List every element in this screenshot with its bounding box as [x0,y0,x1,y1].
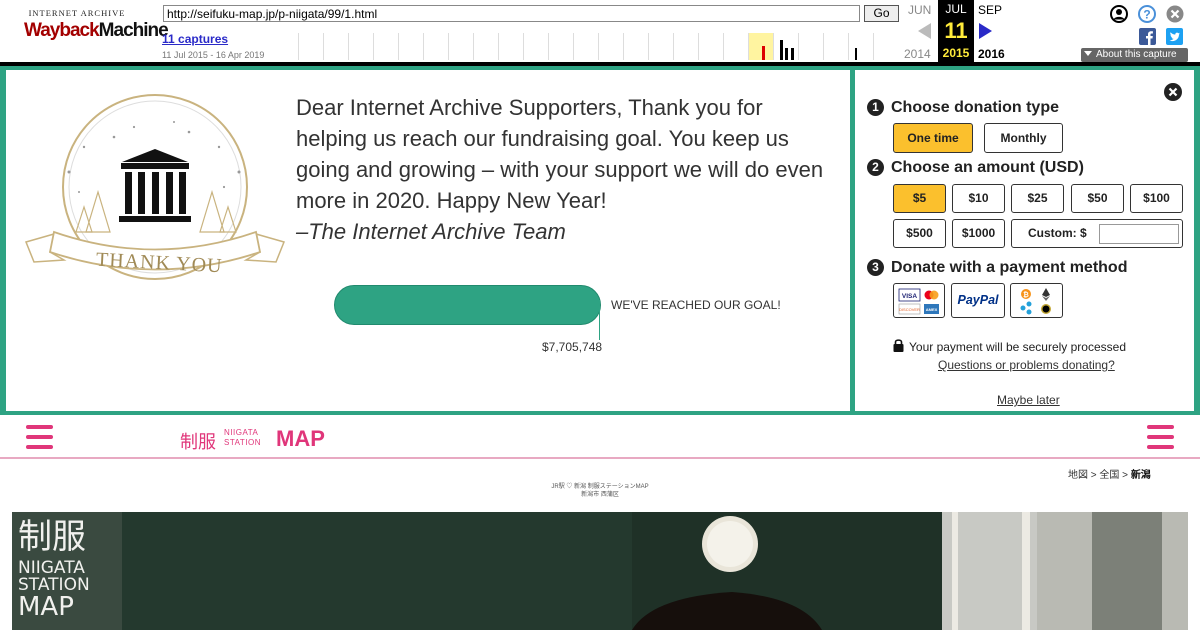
prev-month-label[interactable]: JUN [908,3,931,17]
capture-bar [780,40,783,60]
wayback-logo[interactable]: INTERNET ARCHIVE WaybackMachine [24,8,169,52]
breadcrumb-current: 新潟 [1130,470,1151,481]
capture-sparkline[interactable] [273,33,898,60]
wayback-logo-wordmark: WaybackMachine [24,20,169,41]
donation-banner: THANK YOU Dear Internet Archive Supporte… [0,66,1200,415]
go-button[interactable]: Go [864,5,899,22]
monthly-button[interactable]: Monthly [984,123,1063,153]
donation-message-panel: THANK YOU Dear Internet Archive Supporte… [6,70,850,411]
donation-form-panel: 1 Choose donation type One time Monthly 2… [855,70,1194,411]
custom-amount-input[interactable] [1099,224,1179,244]
left-menu-icon[interactable] [26,425,53,449]
message-signature: –The Internet Archive Team [296,219,566,244]
message-body: Dear Internet Archive Supporters, Thank … [296,95,824,213]
secure-payment-text: Your payment will be securely processed [909,340,1127,354]
wayback-logo-top: INTERNET ARCHIVE [28,8,126,18]
credit-cards-icon: VISA DISCOVER AMEX [898,288,939,315]
breadcrumb: 地図 > 全国 > 新潟 [1068,470,1151,481]
amount-button[interactable]: $100 [1130,184,1183,213]
amount-button[interactable]: $10 [952,184,1005,213]
amount-button[interactable]: $25 [1011,184,1064,213]
prev-capture-arrow-icon[interactable] [918,23,931,39]
hero-logo-overlay: 制服 NIIGATA STATION MAP [18,517,90,622]
svg-text:₿: ₿ [1023,291,1029,299]
amount-button[interactable]: $5 [893,184,946,213]
goal-progress-bar [334,285,601,325]
questions-link[interactable]: Questions or problems donating? [938,358,1115,372]
capture-bar [855,48,857,60]
custom-amount-label: Custom: $ [1028,226,1087,240]
paypal-label: PayPal [957,293,999,307]
step-donation-type: 1 Choose donation type [867,99,1059,117]
hero-photo [12,512,1188,630]
site-logo-kanji: 制服 [180,432,216,453]
goal-amount: $7,705,748 [542,340,603,354]
site-logo-map: MAP [276,426,325,451]
step-amount: 2 Choose an amount (USD) [867,159,1084,177]
facebook-icon[interactable] [1139,28,1157,46]
amount-button[interactable]: $500 [893,219,946,248]
step-payment-method: 3 Donate with a payment method [867,259,1127,277]
amount-button[interactable]: $1000 [952,219,1005,248]
breadcrumb-map[interactable]: 地図 [1068,470,1088,481]
url-input[interactable]: http://seifuku-map.jp/p-niigata/99/1.htm… [163,5,860,22]
capture-date-range: 11 Jul 2015 - 16 Apr 2019 [162,50,265,60]
amount-button[interactable]: $50 [1071,184,1124,213]
capture-bar [762,46,765,60]
svg-text:AMEX: AMEX [926,307,938,312]
close-icon [1168,87,1178,97]
crypto-icons: ₿ [1020,288,1051,315]
wayback-toolbar: INTERNET ARCHIVE WaybackMachine http://s… [0,0,1200,66]
current-capture-date: JUL 11 2015 [938,0,974,62]
capture-bar [785,48,788,60]
about-capture-label: About this capture [1096,49,1177,60]
dropdown-arrow-icon [1084,51,1092,56]
subtitle-line2: 新潟市 西蒲区 [581,492,619,498]
help-icon[interactable]: ? [1138,5,1156,23]
site-logo-subtext: NIIGATA STATION [224,428,261,447]
page-subtitle: JR駅 ♡ 新潟 制服ステーションMAP 新潟市 西蒲区 [0,483,1200,499]
current-day: 11 [944,18,968,43]
one-time-button[interactable]: One time [893,123,973,153]
maybe-later-link[interactable]: Maybe later [997,393,1060,407]
current-month: JUL [945,2,967,16]
close-banner-button[interactable] [1164,83,1182,101]
twitter-icon[interactable] [1166,28,1184,46]
goal-marker [599,300,600,340]
crypto-button[interactable]: ₿ [1010,283,1063,318]
next-month-label[interactable]: SEP [978,3,1002,17]
captures-link[interactable]: 11 captures [162,32,228,46]
next-capture-arrow-icon[interactable] [979,23,992,39]
next-year-label[interactable]: 2016 [978,47,1005,61]
svg-text:VISA: VISA [902,293,917,300]
capture-bar [791,48,794,60]
prev-year-label[interactable]: 2014 [904,47,931,61]
credit-card-button[interactable]: VISA DISCOVER AMEX [893,283,945,318]
site-header: 制服 NIIGATA STATION MAP [0,415,1200,459]
lock-icon [893,339,904,352]
subtitle-line1: JR駅 ♡ 新潟 制服ステーションMAP [551,484,649,490]
svg-text:DISCOVER: DISCOVER [899,307,920,312]
right-menu-icon[interactable] [1147,425,1174,449]
about-capture-button[interactable]: About this capture [1081,48,1188,62]
breadcrumb-all[interactable]: 全国 [1099,470,1119,481]
paypal-button[interactable]: PayPal [951,283,1005,318]
current-year: 2015 [942,46,970,60]
svg-text:?: ? [1143,8,1150,22]
close-toolbar-icon[interactable] [1166,5,1184,23]
current-year-highlight [748,33,773,60]
account-icon[interactable] [1110,5,1128,23]
donation-message: Dear Internet Archive Supporters, Thank … [296,92,836,247]
hero-image: 制服 NIIGATA STATION MAP [12,512,1188,630]
goal-reached-text: WE'VE REACHED OUR GOAL! [611,298,781,312]
